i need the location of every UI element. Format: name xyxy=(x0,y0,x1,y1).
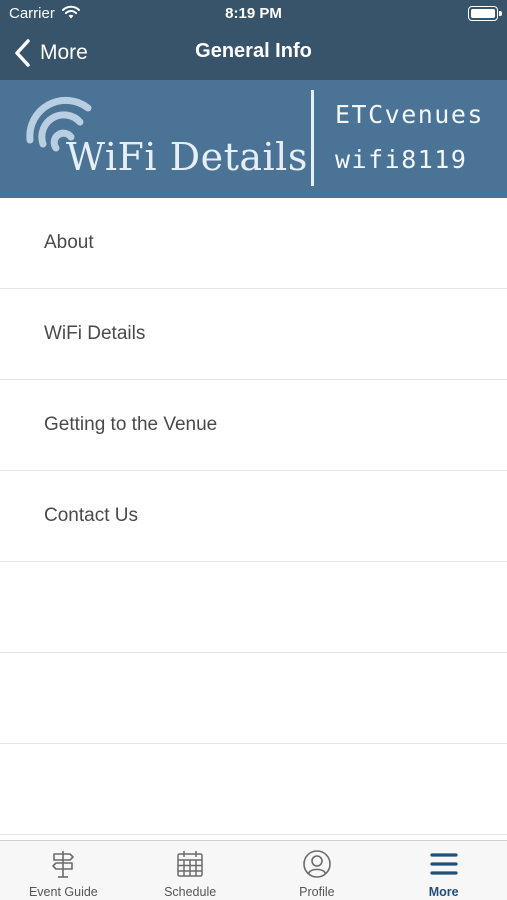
menu-item-contact-us[interactable]: Contact Us xyxy=(0,471,507,562)
menu-item-label: Getting to the Venue xyxy=(44,414,218,435)
menu-list: About WiFi Details Getting to the Venue … xyxy=(0,198,507,835)
signpost-icon xyxy=(52,851,75,878)
menu-item-label: WiFi Details xyxy=(44,323,146,344)
tab-bar: Event Guide Schedule Profile More xyxy=(0,840,507,900)
tab-label: More xyxy=(428,885,459,899)
menu-item-label: About xyxy=(44,232,94,253)
profile-icon xyxy=(303,850,331,878)
menu-item-wifi-details[interactable]: WiFi Details xyxy=(0,289,507,380)
menu-item-getting-to-venue[interactable]: Getting to the Venue xyxy=(0,380,507,471)
calendar-icon xyxy=(177,851,203,877)
empty-row xyxy=(0,653,507,744)
tab-label: Schedule xyxy=(164,885,217,899)
banner-divider xyxy=(311,90,314,186)
clock: 8:19 PM xyxy=(225,5,282,22)
navigation-bar: More General Info xyxy=(0,28,507,80)
top-bar: Carrier 8:19 PM More General Info xyxy=(0,0,507,80)
battery-icon xyxy=(468,6,502,21)
tab-profile[interactable]: Profile xyxy=(254,841,381,900)
menu-item-label: Contact Us xyxy=(44,505,138,526)
tab-label: Profile xyxy=(299,885,335,899)
tab-more[interactable]: More xyxy=(380,841,507,900)
empty-row xyxy=(0,562,507,653)
hamburger-menu-icon xyxy=(430,853,458,875)
tab-event-guide[interactable]: Event Guide xyxy=(0,841,127,900)
wifi-network-name: ETCvenues xyxy=(335,100,484,129)
wifi-banner: WiFi Details ETCvenues wifi8119 xyxy=(0,80,507,198)
tab-label: Event Guide xyxy=(28,885,98,899)
banner-heading: WiFi Details xyxy=(66,135,308,179)
status-bar: Carrier 8:19 PM xyxy=(0,0,507,28)
empty-row xyxy=(0,744,507,835)
menu-item-about[interactable]: About xyxy=(0,198,507,289)
wifi-password: wifi8119 xyxy=(335,145,468,174)
page-title: General Info xyxy=(195,40,312,62)
tab-schedule[interactable]: Schedule xyxy=(127,841,254,900)
